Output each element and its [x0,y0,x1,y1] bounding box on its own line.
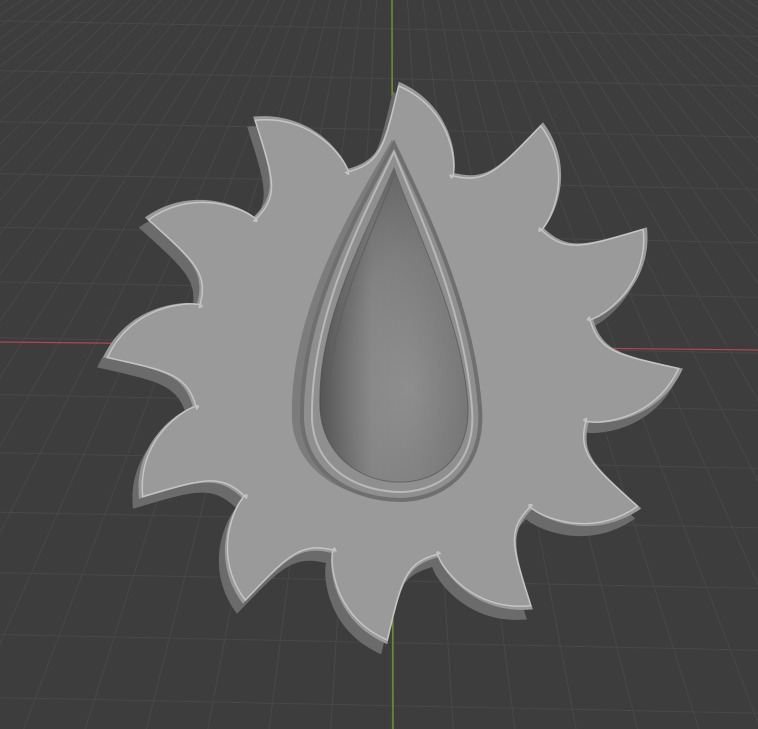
grid-line-vertical [682,0,758,729]
grid-line-vertical [0,0,24,16]
grid-line-vertical [0,0,79,729]
grid-line-vertical [705,0,758,729]
grid-line-horizontal [0,121,758,138]
grid-line-horizontal [0,70,758,87]
3d-viewport[interactable] [0,0,758,729]
grid-line-vertical [670,0,758,729]
grid-line-vertical [728,0,758,729]
grid-line-vertical [744,0,758,9]
grid-line-horizontal [0,697,758,714]
grid-line-vertical [0,0,44,729]
mesh-object[interactable] [97,81,683,655]
grid-line-vertical [0,0,9,6]
viewport-canvas[interactable] [0,0,758,729]
